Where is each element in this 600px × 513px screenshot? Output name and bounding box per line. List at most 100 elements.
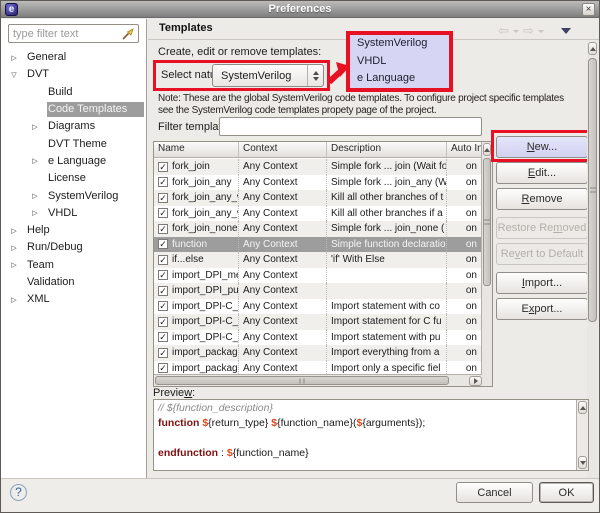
filter-templates-input[interactable] [219, 117, 482, 136]
template-row-import-package-s[interactable]: ✓ import_package_sAny ContextImport only … [154, 360, 481, 374]
help-icon[interactable]: ? [10, 484, 27, 501]
sidebar-item-license[interactable]: License [1, 170, 145, 187]
template-row-fork-join[interactable]: ✓ fork_join Any Context Simple fork ... joi… [154, 159, 481, 175]
scroll-up-icon[interactable] [483, 143, 491, 156]
template-row-if-else[interactable]: ✓ if...else Any Context'if' With Else on [154, 252, 481, 268]
preview-code[interactable]: // ${function_description} function ${ret… [154, 400, 576, 470]
cell-auto-insert: on [465, 285, 477, 297]
view-menu-icon[interactable] [561, 28, 571, 34]
preview-scrollbar[interactable] [576, 400, 588, 470]
column-header-auto-in[interactable]: Auto In [447, 142, 481, 157]
page-scroll-thumb[interactable] [588, 58, 597, 322]
remove-button[interactable]: Remove [496, 188, 588, 210]
export-button[interactable]: Export... [496, 298, 588, 320]
table-horizontal-scrollbar[interactable] [154, 374, 482, 386]
row-checkbox[interactable]: ✓ [158, 254, 168, 265]
column-header-description[interactable]: Description [327, 142, 447, 157]
tree-collapsed-icon[interactable]: ▷ [29, 209, 41, 217]
row-checkbox[interactable]: ✓ [158, 192, 168, 203]
cell-context: Any Context [239, 283, 327, 299]
close-icon[interactable]: × [582, 3, 595, 16]
nature-option-systemverilog[interactable]: SystemVerilog [350, 35, 449, 53]
row-checkbox[interactable]: ✓ [158, 161, 168, 172]
sidebar-item-systemverilog[interactable]: ▷ SystemVerilog [1, 187, 145, 204]
template-row-import-dpi-c-met[interactable]: ✓ import_DPI-C_metAny ContextImport state… [154, 314, 481, 330]
back-arrow-icon[interactable]: ⇦ [498, 23, 509, 39]
forward-arrow-icon[interactable]: ⇨ [523, 23, 534, 39]
row-checkbox[interactable]: ✓ [158, 316, 168, 327]
column-header-context[interactable]: Context [239, 142, 327, 157]
row-checkbox[interactable]: ✓ [158, 270, 168, 281]
template-row-import-dpi-c-cont[interactable]: ✓ import_DPI-C_contAny ContextImport stat… [154, 298, 481, 314]
column-header-name[interactable]: Name [154, 142, 239, 157]
sidebar-item-code-templates[interactable]: Code Templates [1, 101, 145, 118]
sidebar-item-xml[interactable]: ▷ XML [1, 291, 145, 308]
tree-collapsed-icon[interactable]: ▷ [8, 227, 20, 235]
tree-collapsed-icon[interactable]: ▷ [29, 157, 41, 165]
sidebar-item-validation[interactable]: Validation [1, 274, 145, 291]
nature-option-vhdl[interactable]: VHDL [350, 53, 449, 71]
template-row-fork-join-any-with[interactable]: ✓ fork_join_any_withAny ContextKill all o… [154, 190, 481, 206]
sidebar-item-vhdl[interactable]: ▷ VHDL [1, 205, 145, 222]
row-checkbox[interactable]: ✓ [158, 285, 168, 296]
tree-collapsed-icon[interactable]: ▷ [29, 192, 41, 200]
preview-scroll-down-icon[interactable] [578, 456, 587, 469]
ok-button[interactable]: OK [539, 482, 594, 503]
sidebar-item-build[interactable]: Build [1, 84, 145, 101]
row-checkbox[interactable]: ✓ [158, 239, 168, 250]
template-row-function[interactable]: ✓ function Any Context Simple function decl… [154, 236, 481, 252]
tree-collapsed-icon[interactable]: ▷ [8, 54, 20, 62]
sidebar-filter-input[interactable] [9, 27, 121, 40]
table-hscroll-thumb[interactable] [155, 376, 449, 385]
clear-filter-broom-icon[interactable] [121, 27, 135, 41]
template-row-fork-join-none[interactable]: ✓ fork_join_none Any Context Simple fork ..… [154, 221, 481, 237]
sidebar-item-dvt-theme[interactable]: DVT Theme [1, 135, 145, 152]
sidebar-item-dvt[interactable]: ▽ DVT [1, 66, 145, 83]
table-vscroll-thumb[interactable] [483, 158, 491, 286]
tree-collapsed-icon[interactable]: ▷ [29, 123, 41, 131]
template-row-import-dpi-c-pure[interactable]: ✓ import_DPI-C_pureAny ContextImport stat… [154, 329, 481, 345]
page-scroll-up-icon[interactable] [588, 42, 597, 55]
sidebar-item-help[interactable]: ▷ Help [1, 222, 145, 239]
row-checkbox[interactable]: ✓ [158, 223, 168, 234]
template-row-import-package-a[interactable]: ✓ import_package_aAny ContextImport every… [154, 345, 481, 361]
preview-scroll-up-icon[interactable] [578, 401, 587, 414]
table-vertical-scrollbar[interactable] [481, 142, 492, 374]
back-dropdown-icon[interactable] [513, 30, 519, 33]
cell-context: Any Context [239, 205, 327, 221]
row-checkbox[interactable]: ✓ [158, 347, 168, 358]
template-row-fork-join-any[interactable]: ✓ fork_join_any Any Context Simple fork ...… [154, 174, 481, 190]
cell-description: Simple fork ... join_none ( [327, 221, 447, 237]
title-bar[interactable]: e Preferences × [1, 1, 599, 18]
row-checkbox[interactable]: ✓ [158, 208, 168, 219]
tree-collapsed-icon[interactable]: ▷ [8, 244, 20, 252]
sidebar-item-diagrams[interactable]: ▷ Diagrams [1, 118, 145, 135]
row-checkbox[interactable]: ✓ [158, 363, 168, 374]
tree-collapsed-icon[interactable]: ▷ [8, 261, 20, 269]
scroll-right-icon[interactable] [469, 376, 482, 386]
cell-description: Simple function declaratio [327, 236, 447, 252]
create-edit-remove-label: Create, edit or remove templates: [158, 46, 322, 58]
nature-combo[interactable]: SystemVerilog [212, 64, 324, 87]
sidebar-item-team[interactable]: ▷ Team [1, 257, 145, 274]
combo-spinner-icon[interactable] [307, 65, 323, 86]
template-row-fork-join-any-with[interactable]: ✓ fork_join_any_withAny ContextKill all o… [154, 205, 481, 221]
row-checkbox[interactable]: ✓ [158, 301, 168, 312]
cell-context: Any Context [239, 298, 327, 314]
row-checkbox[interactable]: ✓ [158, 177, 168, 188]
tree-expanded-icon[interactable]: ▽ [8, 71, 20, 79]
template-row-import-dpi-pure[interactable]: ✓ import_DPI_pure_Any Context on [154, 283, 481, 299]
template-row-import-dpi-metho[interactable]: ✓ import_DPI_methoAny Context on [154, 267, 481, 283]
sidebar-item-e-language[interactable]: ▷ e Language [1, 153, 145, 170]
sidebar-item-run-debug[interactable]: ▷ Run/Debug [1, 239, 145, 256]
cancel-button[interactable]: Cancel [456, 482, 533, 503]
edit-button[interactable]: Edit... [496, 162, 588, 184]
new-button[interactable]: New... [496, 136, 588, 158]
sidebar-filter-box[interactable] [8, 24, 139, 43]
forward-dropdown-icon[interactable] [538, 30, 544, 33]
tree-collapsed-icon[interactable]: ▷ [8, 296, 20, 304]
row-checkbox[interactable]: ✓ [158, 332, 168, 343]
sidebar-item-general[interactable]: ▷ General [1, 49, 145, 66]
import-button[interactable]: Import... [496, 272, 588, 294]
nature-option-e-language[interactable]: e Language [350, 70, 449, 88]
